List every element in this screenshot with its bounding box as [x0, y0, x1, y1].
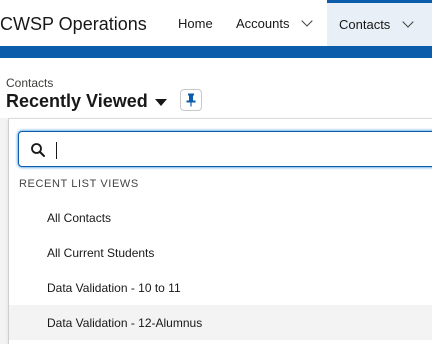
brand-bar	[0, 46, 432, 58]
list-view-picker[interactable]: Recently Viewed	[6, 91, 167, 112]
nav-tab-label: Home	[178, 15, 213, 31]
nav-tab-accounts[interactable]: Accounts	[236, 0, 314, 46]
list-view-option-label: Data Validation - 10 to 11	[47, 280, 181, 295]
pin-list-view-button[interactable]	[180, 89, 202, 111]
search-icon	[31, 143, 45, 157]
chevron-down-icon[interactable]	[402, 16, 414, 28]
list-view-option[interactable]: Data Validation - 10 to 11	[9, 270, 432, 305]
list-view-option[interactable]: All Current Students	[9, 235, 432, 270]
nav-tab-label: Accounts	[236, 15, 290, 31]
list-view-option[interactable]: All Contacts	[9, 200, 432, 235]
global-header: CWSP Operations Home Accounts Contacts	[0, 0, 432, 46]
pin-icon	[186, 93, 196, 107]
list-view-option-label: Data Validation - 12-Alumnus	[47, 315, 203, 330]
list-view-option-label: All Current Students	[47, 245, 155, 260]
search-input[interactable]	[59, 136, 419, 162]
nav-tab-home[interactable]: Home	[178, 0, 213, 46]
object-label: Contacts	[6, 76, 54, 90]
list-view-option[interactable]: Data Validation - 12-Alumnus	[9, 305, 432, 340]
app-name: CWSP Operations	[0, 14, 147, 34]
search-box[interactable]	[18, 131, 432, 167]
nav-tab-contacts[interactable]: Contacts	[327, 0, 432, 46]
list-view-title: Recently Viewed	[6, 91, 148, 111]
text-cursor	[56, 142, 57, 159]
section-header: RECENT LIST VIEWS	[19, 178, 139, 190]
nav-tab-label: Contacts	[339, 17, 391, 32]
list-table-edge	[0, 118, 9, 344]
list-view-option-label: All Contacts	[47, 210, 112, 225]
chevron-down-icon[interactable]	[301, 14, 314, 27]
caret-down-icon[interactable]	[154, 99, 167, 106]
